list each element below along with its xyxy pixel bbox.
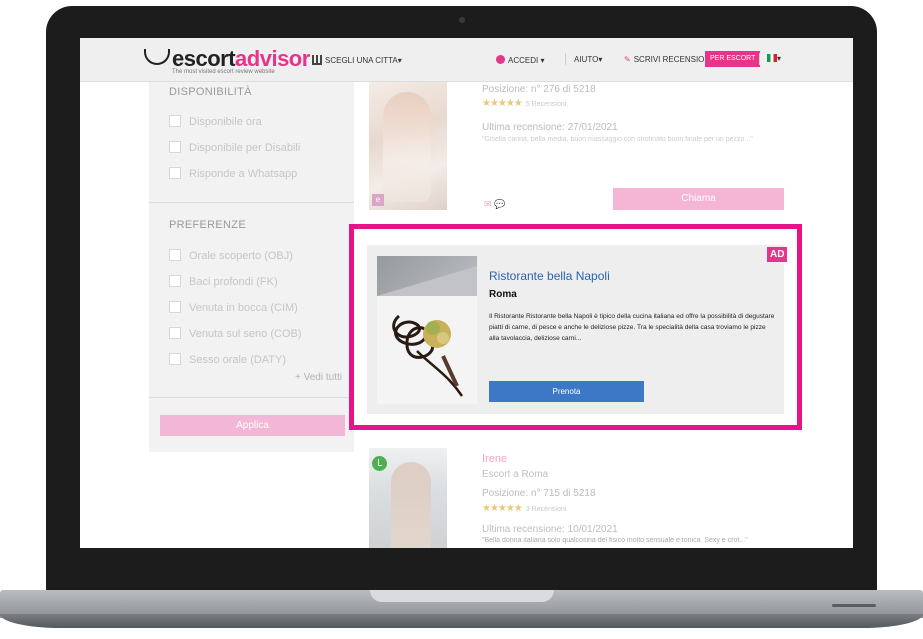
chevron-down-icon: ▾ [397,56,402,65]
ad-title[interactable]: Ristorante bella Napoli [489,269,610,283]
listing-ranking: Posizione: n° 715 di 5218 [482,488,596,499]
nav-divider [759,53,760,65]
book-button[interactable]: Prenota [489,381,644,402]
review-count[interactable]: 5 Recensioni [526,101,566,108]
laptop-vent [832,604,876,607]
review-excerpt: "Bella donna italiana solo qualcosina de… [482,537,748,544]
filter-option[interactable]: Disponibile per Disabili [169,141,300,155]
ad-photo[interactable] [377,256,477,404]
login-menu[interactable]: ACCEDI ▾ [496,55,544,65]
listing-photo[interactable] [369,82,447,210]
pencil-icon: ✎ [624,55,631,64]
clock-icon [372,456,387,471]
filter-option[interactable]: Venuta sul seno (COB) [169,327,302,341]
ad-description: Il Ristorante Ristorante bella Napoli è … [489,313,775,342]
filter-option[interactable]: Disponibile ora [169,115,262,129]
laptop-screen: escortadvisor The most visited escort re… [80,38,853,548]
city-select-label: SCEGLI UNA CITTA [325,56,398,65]
contact-icons[interactable]: ✉ 💬 [484,199,505,210]
call-button[interactable]: Chiama [613,188,784,210]
filter-label: Disponibile per Disabili [189,142,301,154]
apply-filters-button[interactable]: Applica [160,415,345,436]
checkbox[interactable] [169,353,181,365]
filter-label: Venuta sul seno (COB) [189,328,302,340]
filter-label: Venuta in bocca (CIM) [189,302,298,314]
ad-city: Roma [489,289,517,300]
nav-divider [565,53,566,65]
chevron-down-icon: ▾ [598,55,603,64]
logo-text-main: escort [172,46,236,71]
listing-ranking: Posizione: n° 276 di 5218 [482,84,596,95]
last-review-date: Ultima recensione: 27/01/2021 [482,122,618,133]
filter-label: Risponde a Whatsapp [189,168,298,180]
laptop-base-lip [0,614,923,628]
checkbox[interactable] [169,275,181,287]
site-header: escortadvisor The most visited escort re… [80,38,853,82]
laptop-opening-notch [370,590,554,602]
write-review-label: SCRIVI RECENSIONE [633,55,716,64]
section-divider [149,397,354,398]
rating-stars: ★★★★★ 5 Recensioni [482,98,566,109]
dessert-plate-image [377,256,477,404]
preferences-title: PREFERENZE [169,219,246,231]
laptop-mockup: escortadvisor The most visited escort re… [0,0,923,639]
italy-flag-icon [767,54,777,62]
ad-badge: AD [767,247,788,262]
checkbox[interactable] [169,141,181,153]
filter-option[interactable]: Risponde a Whatsapp [169,167,297,181]
checkbox[interactable] [169,249,181,261]
help-menu[interactable]: AIUTO▾ [574,55,602,64]
filter-option[interactable]: Orale scoperto (OBJ) [169,249,293,263]
checkbox[interactable] [169,327,181,339]
city-select[interactable]: SCEGLI UNA CITTA▾ [312,55,402,65]
rating-stars: ★★★★★ 3 Recensioni [482,503,566,514]
checkbox[interactable] [169,115,181,127]
filter-option[interactable]: Baci profondi (FK) [169,275,278,289]
filter-label: Baci profondi (FK) [189,276,278,288]
filters-sidebar: DISPONIBILITÀ Disponibile ora Disponibil… [149,82,354,452]
review-count[interactable]: 3 Recensioni [526,506,566,513]
listing-subtitle: Escort a Roma [482,469,549,480]
filter-option[interactable]: Venuta in bocca (CIM) [169,301,298,315]
filter-label: Sesso orale (DATY) [189,354,286,366]
webcam [459,17,465,23]
chevron-down-icon: ▾ [540,56,545,65]
star-icon: ★★★★★ [482,98,523,109]
user-icon [496,55,505,64]
verified-badge: e [372,194,384,206]
logo-tagline: The most visited escort review website [172,69,275,75]
filter-label: Orale scoperto (OBJ) [189,250,293,262]
language-select[interactable]: ▾ [767,54,781,63]
checkbox[interactable] [169,301,181,313]
login-label: ACCEDI [508,56,539,65]
listing-name[interactable]: Irene [482,453,507,465]
last-review-date: Ultima recensione: 10/01/2021 [482,524,618,535]
filter-label: Disponibile ora [189,116,262,128]
chevron-down-icon: ▾ [777,54,782,63]
checkbox[interactable] [169,167,181,179]
smile-logo-icon [144,49,170,65]
logo-text-accent: advisor [235,46,310,71]
review-excerpt: "Gisella carina, bella media, buon massa… [482,136,753,143]
availability-title: DISPONIBILITÀ [169,86,252,98]
help-label: AIUTO [574,55,599,64]
filter-option[interactable]: Sesso orale (DATY) [169,353,286,367]
per-escort-button[interactable]: PER ESCORT [705,51,761,67]
section-divider [149,202,354,203]
show-all-link[interactable]: + Vedi tutti [295,372,342,383]
star-icon: ★★★★★ [482,503,523,514]
buildings-icon [312,55,322,65]
